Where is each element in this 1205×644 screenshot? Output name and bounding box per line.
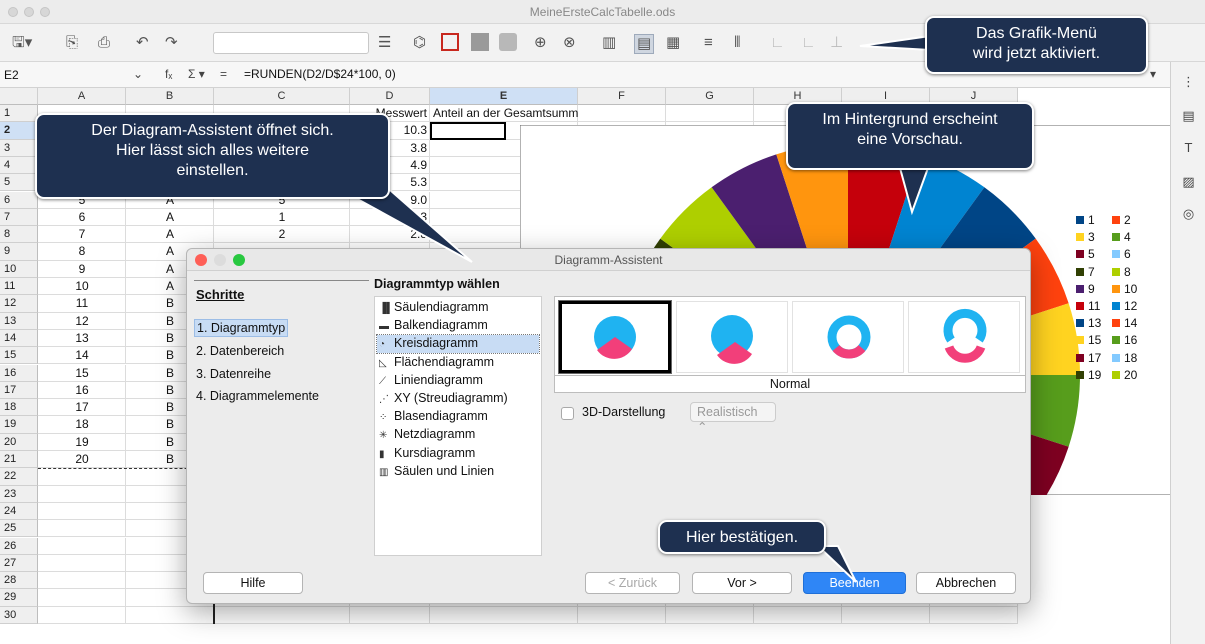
confirm-callout-pointer <box>815 545 857 583</box>
callout-text: Hier lässt sich alles weitere <box>116 142 309 159</box>
preview-callout: Im Hintergrund erscheint eine Vorschau. <box>786 102 1034 170</box>
callout-text: Das Grafik-Menü <box>976 25 1097 42</box>
confirm-callout: Hier bestätigen. <box>658 520 826 554</box>
preview-callout-pointer <box>898 167 930 216</box>
callout-text: Im Hintergrund erscheint <box>822 111 998 128</box>
menu-callout-pointer <box>859 34 931 52</box>
assistant-callout-pointer <box>346 188 473 263</box>
callout-text: Hier bestätigen. <box>685 529 799 546</box>
callout-text: wird jetzt aktiviert. <box>972 45 1101 62</box>
callout-text: eine Vorschau. <box>857 131 963 148</box>
callout-text: einstellen. <box>176 162 249 179</box>
callout-pointers <box>346 34 931 583</box>
callout-text: Der Diagram-Assistent öffnet sich. <box>91 122 334 139</box>
assistant-callout: Der Diagram-Assistent öffnet sich. Hier … <box>35 113 390 199</box>
menu-callout: Das Grafik-Menü wird jetzt aktiviert. <box>925 16 1148 74</box>
